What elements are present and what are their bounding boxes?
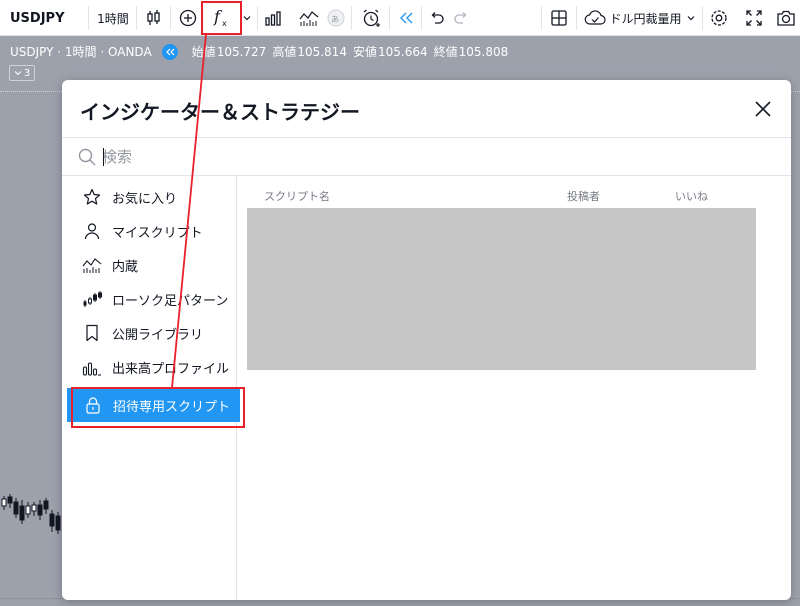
gear-icon bbox=[709, 8, 729, 28]
indicators-collapse-button[interactable]: 3 bbox=[9, 65, 35, 81]
toolbar-divider bbox=[702, 6, 703, 30]
high-label: 高値 bbox=[272, 45, 297, 59]
sidebar-item-candlestick-patterns[interactable]: ローソク足パターン bbox=[62, 282, 237, 316]
sidebar-item-label: 内蔵 bbox=[112, 259, 139, 275]
sidebar-item-favorites[interactable]: お気に入り bbox=[62, 180, 237, 214]
bookmark-icon bbox=[82, 323, 102, 343]
snapshot-button[interactable] bbox=[772, 0, 800, 36]
low-label: 安値 bbox=[352, 45, 377, 59]
script-list: スクリプト名 投稿者 いいね bbox=[237, 176, 791, 600]
settings-button[interactable] bbox=[705, 0, 733, 36]
candlestick-icon bbox=[82, 289, 102, 309]
top-toolbar: USDJPY 1時間 fx あ ドル円裁量用 bbox=[0, 0, 800, 36]
column-header-script-name[interactable]: スクリプト名 bbox=[264, 188, 330, 204]
user-icon bbox=[82, 221, 102, 241]
search-input[interactable] bbox=[102, 146, 702, 168]
redo-icon bbox=[453, 11, 469, 25]
sidebar-item-my-scripts[interactable]: マイスクリプト bbox=[62, 214, 237, 248]
undo-button[interactable] bbox=[424, 0, 450, 36]
low-value: 105.664 bbox=[377, 44, 428, 59]
column-header-author[interactable]: 投稿者 bbox=[567, 188, 600, 204]
high-value: 105.814 bbox=[297, 44, 347, 59]
replay-button[interactable] bbox=[393, 0, 419, 36]
alert-button[interactable] bbox=[357, 0, 385, 36]
sidebar-item-label: マイスクリプト bbox=[112, 225, 203, 241]
close-button[interactable] bbox=[753, 99, 773, 119]
toolbar-divider bbox=[421, 6, 422, 30]
close-label: 終値 bbox=[433, 45, 458, 59]
open-value: 105.727 bbox=[216, 44, 267, 59]
bar-chart-icon bbox=[264, 9, 282, 27]
templates-button[interactable] bbox=[295, 0, 323, 36]
compare-button[interactable] bbox=[174, 0, 202, 36]
sidebar-item-builtin[interactable]: 内蔵 bbox=[62, 248, 237, 282]
toolbar-divider bbox=[576, 6, 577, 30]
invite-only-highlight bbox=[71, 387, 245, 428]
indicator-count: 3 bbox=[23, 67, 31, 79]
svg-text:あ: あ bbox=[331, 15, 339, 24]
symbol-search-button[interactable]: USDJPY bbox=[0, 0, 86, 36]
redacted-list-area bbox=[247, 208, 756, 370]
search-bar bbox=[62, 138, 791, 176]
toolbar-divider bbox=[170, 6, 171, 30]
toolbar-divider bbox=[136, 6, 137, 30]
redo-button[interactable] bbox=[448, 0, 474, 36]
fullscreen-icon bbox=[745, 9, 763, 27]
toolbar-divider bbox=[541, 6, 542, 30]
sidebar-item-label: 出来高プロファイル bbox=[112, 361, 230, 377]
chart-style-button[interactable] bbox=[140, 0, 168, 36]
toolbar-divider bbox=[351, 6, 352, 30]
translate-icon: あ bbox=[327, 9, 345, 27]
fullscreen-button[interactable] bbox=[740, 0, 768, 36]
toolbar-divider bbox=[88, 6, 89, 30]
grid-layout-icon bbox=[550, 9, 568, 27]
volume-profile-icon bbox=[82, 357, 102, 377]
chevron-down-icon bbox=[14, 68, 22, 79]
sidebar-item-label: ローソク足パターン bbox=[112, 293, 229, 309]
sidebar-item-label: 公開ライブラリ bbox=[112, 327, 204, 343]
chevron-down-icon bbox=[242, 13, 252, 23]
replay-rewind-icon[interactable] bbox=[161, 43, 178, 60]
text-caret bbox=[103, 148, 104, 166]
indicators-dialog: インジケーター＆ストラテジー お気に入り マイスクリプト bbox=[62, 80, 791, 600]
chevron-down-icon bbox=[686, 13, 696, 23]
indicators-button-highlight bbox=[201, 1, 242, 35]
search-icon bbox=[78, 148, 96, 170]
camera-icon bbox=[776, 9, 796, 27]
toolbar-divider bbox=[257, 6, 258, 30]
alarm-clock-icon bbox=[361, 8, 381, 28]
dialog-title: インジケーター＆ストラテジー bbox=[80, 100, 360, 124]
cloud-check-icon bbox=[584, 10, 607, 26]
language-button[interactable]: あ bbox=[325, 0, 347, 36]
candles-icon bbox=[145, 9, 163, 27]
candlesticks bbox=[1, 494, 61, 534]
interval-button[interactable]: 1時間 bbox=[92, 0, 134, 36]
chart-title: USDJPY · 1時間 · OANDA bbox=[10, 45, 152, 59]
chart-legend: USDJPY · 1時間 · OANDA 始値 105.727 高値 105.814… bbox=[10, 43, 508, 60]
sidebar-item-label: お気に入り bbox=[112, 191, 178, 207]
column-header-likes[interactable]: いいね bbox=[675, 188, 708, 204]
close-value: 105.808 bbox=[458, 44, 509, 59]
add-circle-icon bbox=[179, 9, 197, 27]
close-icon bbox=[753, 101, 773, 123]
financials-button[interactable] bbox=[259, 0, 287, 36]
builtin-chart-icon bbox=[82, 255, 102, 275]
open-label: 始値 bbox=[191, 45, 216, 59]
layout-name: ドル円裁量用 bbox=[609, 11, 682, 26]
sidebar-item-public-library[interactable]: 公開ライブラリ bbox=[62, 316, 237, 350]
undo-icon bbox=[429, 11, 445, 25]
toolbar-divider bbox=[389, 6, 390, 30]
rewind-icon bbox=[398, 11, 414, 25]
save-layout-button[interactable]: ドル円裁量用 bbox=[580, 0, 700, 36]
dialog-header: インジケーター＆ストラテジー bbox=[62, 80, 791, 138]
sidebar-item-volume-profile[interactable]: 出来高プロファイル bbox=[62, 350, 237, 384]
star-icon bbox=[82, 187, 102, 207]
layout-button[interactable] bbox=[545, 0, 573, 36]
line-chart-icon bbox=[299, 9, 319, 27]
